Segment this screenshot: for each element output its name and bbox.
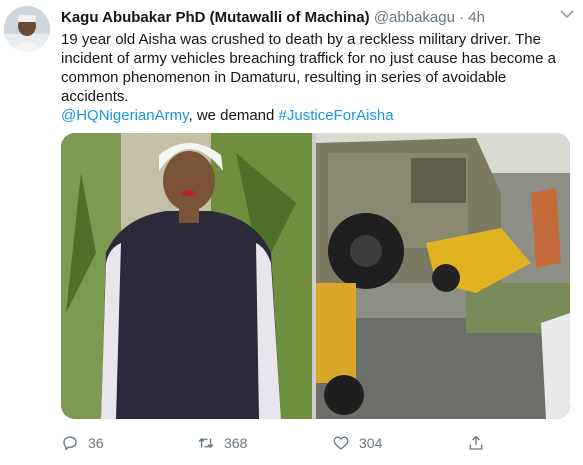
author-name[interactable]: Kagu Abubakar PhD (Mutawalli of Machina) bbox=[61, 9, 370, 26]
portrait-image bbox=[61, 133, 312, 419]
retweet-count: 368 bbox=[224, 435, 248, 451]
share-action[interactable] bbox=[467, 432, 494, 454]
reply-action[interactable]: 36 bbox=[61, 432, 104, 454]
tweet[interactable]: Kagu Abubakar PhD (Mutawalli of Machina)… bbox=[0, 0, 583, 465]
like-count: 304 bbox=[359, 435, 383, 451]
author-handle[interactable]: @abbakagu bbox=[374, 9, 455, 26]
author-avatar[interactable] bbox=[4, 6, 50, 52]
separator-dot: · bbox=[459, 9, 465, 26]
tweet-text-main: 19 year old Aisha was crushed to death b… bbox=[61, 31, 556, 105]
heart-icon[interactable] bbox=[332, 434, 350, 452]
accident-image bbox=[316, 133, 570, 419]
avatar-photo bbox=[4, 6, 50, 52]
hashtag-link[interactable]: #JusticeForAisha bbox=[279, 107, 394, 124]
retweet-action[interactable]: 368 bbox=[197, 432, 247, 454]
tweet-text-tags: @HQNigerianArmy, we demand #JusticeForAi… bbox=[61, 106, 566, 125]
mention-link[interactable]: @HQNigerianArmy bbox=[61, 107, 188, 124]
photo-accident-scene[interactable] bbox=[316, 133, 570, 419]
tweet-media bbox=[61, 133, 570, 419]
tweet-timestamp[interactable]: 4h bbox=[468, 9, 485, 26]
photo-woman-portrait[interactable] bbox=[61, 133, 312, 419]
tweet-header: Kagu Abubakar PhD (Mutawalli of Machina)… bbox=[61, 8, 485, 28]
reply-count: 36 bbox=[88, 435, 104, 451]
like-action[interactable]: 304 bbox=[332, 432, 382, 454]
tweet-text-middle: , we demand bbox=[188, 107, 279, 124]
chevron-down-icon[interactable] bbox=[559, 8, 575, 20]
tweet-actions: 36 368 304 bbox=[61, 432, 541, 454]
tweet-text: 19 year old Aisha was crushed to death b… bbox=[61, 30, 566, 125]
reply-icon[interactable] bbox=[61, 434, 79, 452]
share-icon[interactable] bbox=[467, 434, 485, 452]
retweet-icon[interactable] bbox=[197, 434, 215, 452]
